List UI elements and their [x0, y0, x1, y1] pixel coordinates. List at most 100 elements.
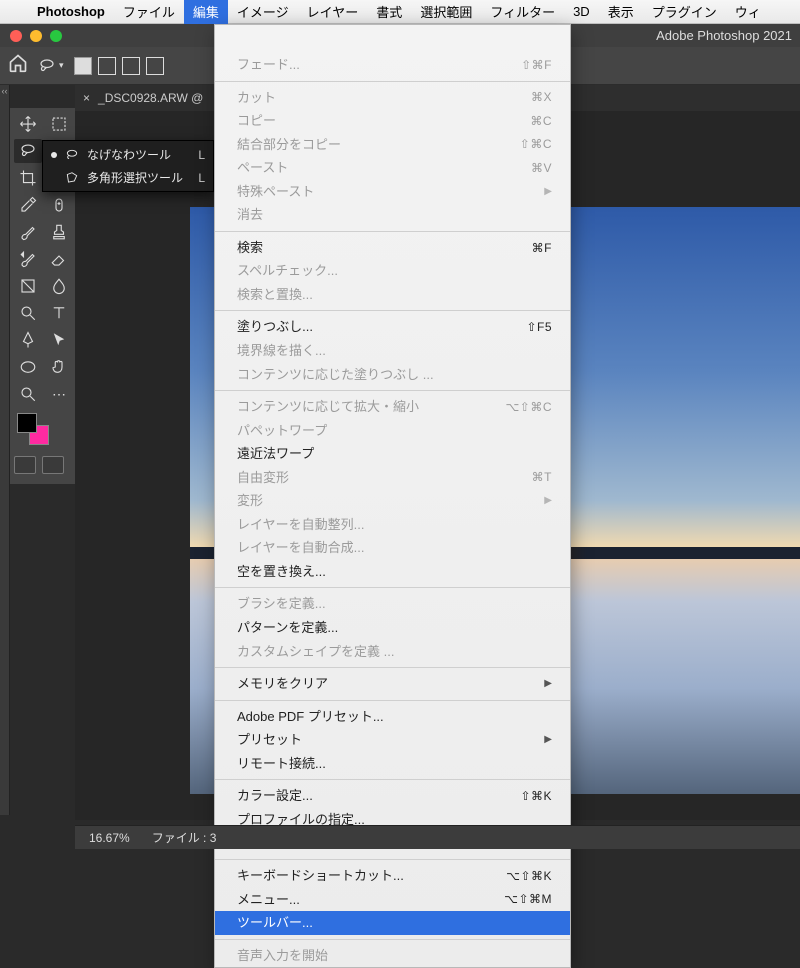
traffic-lights	[0, 30, 62, 42]
menu-item[interactable]: キーボードショートカット...⌥⇧⌘K	[215, 864, 570, 888]
menu-item[interactable]: メモリをクリア▶	[215, 672, 570, 696]
menubar-window[interactable]: ウィ	[726, 0, 770, 24]
menu-item[interactable]: メニュー...⌥⇧⌘M	[215, 888, 570, 912]
quick-mask-row	[14, 456, 73, 474]
menu-item-shortcut: ⌥⇧⌘K	[506, 868, 552, 884]
gradient-tool-icon[interactable]	[14, 274, 42, 298]
healing-tool-icon[interactable]	[45, 193, 73, 217]
status-zoom[interactable]: 16.67%	[89, 831, 130, 845]
menu-item-shortcut: ⌘X	[531, 89, 552, 105]
menu-separator	[215, 700, 570, 701]
menu-item-shortcut: ⌥⇧⌘C	[505, 399, 552, 415]
edit-toolbar-icon[interactable]: ⋯	[45, 382, 73, 406]
menu-item[interactable]: ツールバー...	[215, 911, 570, 935]
menu-item: 境界線を描く...	[215, 339, 570, 363]
menubar-type[interactable]: 書式	[367, 0, 411, 24]
menu-item: レイヤーを自動合成...	[215, 536, 570, 560]
menu-item-label: メニュー...	[237, 891, 300, 909]
type-tool-icon[interactable]	[45, 301, 73, 325]
hand-tool-icon[interactable]	[45, 355, 73, 379]
move-tool-icon[interactable]	[14, 112, 42, 136]
menu-item-label: 音声入力を開始	[237, 947, 328, 965]
menu-item-label: リモート接続...	[237, 755, 326, 773]
history-brush-tool-icon[interactable]	[14, 247, 42, 271]
blur-tool-icon[interactable]	[45, 274, 73, 298]
quick-mask-button[interactable]	[14, 456, 36, 474]
menu-item[interactable]: 塗りつぶし...⇧F5	[215, 315, 570, 339]
menu-item-shortcut: ⌘T	[532, 469, 552, 485]
menubar-select[interactable]: 選択範囲	[411, 0, 481, 24]
menu-item[interactable]: 検索⌘F	[215, 236, 570, 260]
menu-item: カット⌘X	[215, 86, 570, 110]
menu-item: コピー⌘C	[215, 109, 570, 133]
home-icon[interactable]	[8, 53, 28, 78]
menu-item: 変形▶	[215, 489, 570, 513]
lasso-tool-icon[interactable]	[14, 139, 42, 163]
status-file[interactable]: ファイル : 3	[152, 829, 217, 846]
menubar-view[interactable]: 表示	[599, 0, 643, 24]
foreground-color-swatch[interactable]	[17, 413, 37, 433]
menubar-filter[interactable]: フィルター	[481, 0, 564, 24]
pen-tool-icon[interactable]	[14, 328, 42, 352]
menubar-layer[interactable]: レイヤー	[298, 0, 368, 24]
selection-add-icon[interactable]	[98, 57, 116, 75]
menubar-plugin[interactable]: プラグイン	[643, 0, 726, 24]
flyout-spacer	[51, 175, 57, 181]
menu-item[interactable]: プリセット▶	[215, 728, 570, 752]
collapsed-panel-dock[interactable]: ‹‹	[0, 85, 10, 815]
menu-item[interactable]: 空を置き換え...	[215, 560, 570, 584]
zoom-tool-icon[interactable]	[14, 382, 42, 406]
flyout-item-polygonal[interactable]: 多角形選択ツール L	[43, 166, 213, 189]
menubar-app[interactable]: Photoshop	[28, 0, 114, 24]
color-swatches[interactable]	[14, 413, 73, 447]
menu-item-label: プリセット	[237, 731, 302, 749]
menu-item-label: フェード...	[237, 56, 300, 74]
menu-item-label: パペットワープ	[237, 422, 327, 440]
stamp-tool-icon[interactable]	[45, 220, 73, 244]
menu-item: コンテンツに応じて拡大・縮小⌥⇧⌘C	[215, 395, 570, 419]
lasso-tool-flyout: なげなわツール L 多角形選択ツール L	[42, 140, 214, 192]
menu-item[interactable]: 遠近法ワープ	[215, 442, 570, 466]
menubar-image[interactable]: イメージ	[228, 0, 298, 24]
minimize-window-button[interactable]	[30, 30, 42, 42]
menu-item-label: 遠近法ワープ	[237, 445, 314, 463]
menu-item-label: 自由変形	[237, 469, 289, 487]
dock-chevron-icon: ‹‹	[0, 86, 9, 96]
menubar-file[interactable]: ファイル	[114, 0, 184, 24]
menu-item-label: メモリをクリア	[237, 675, 328, 693]
flyout-item-shortcut: L	[198, 171, 205, 185]
menu-item[interactable]: Adobe PDF プリセット...	[215, 705, 570, 729]
menu-item[interactable]: カラー設定...⇧⌘K	[215, 784, 570, 808]
macos-menubar: Photoshop ファイル 編集 イメージ レイヤー 書式 選択範囲 フィルタ…	[0, 0, 800, 24]
menubar-edit[interactable]: 編集	[184, 0, 228, 24]
selection-subtract-icon[interactable]	[122, 57, 140, 75]
brush-tool-icon[interactable]	[14, 220, 42, 244]
menu-item[interactable]: パターンを定義...	[215, 616, 570, 640]
menubar-3d[interactable]: 3D	[564, 0, 599, 24]
menu-item-shortcut: ⇧⌘F	[521, 57, 552, 73]
menu-item-shortcut: ⌘F	[532, 240, 552, 256]
path-select-tool-icon[interactable]	[45, 328, 73, 352]
menu-separator	[215, 587, 570, 588]
crop-tool-icon[interactable]	[14, 166, 42, 190]
menu-item: パペットワープ	[215, 419, 570, 443]
document-tab-label[interactable]: _DSC0928.ARW @	[98, 91, 203, 105]
menu-item: コンテンツに応じた塗りつぶし ...	[215, 363, 570, 387]
menu-separator	[215, 859, 570, 860]
tab-close-button[interactable]: ×	[83, 91, 90, 105]
zoom-window-button[interactable]	[50, 30, 62, 42]
close-window-button[interactable]	[10, 30, 22, 42]
flyout-item-lasso[interactable]: なげなわツール L	[43, 143, 213, 166]
tool-preset-lasso-icon[interactable]: ▾	[38, 57, 64, 75]
screen-mode-button[interactable]	[42, 456, 64, 474]
marquee-tool-icon[interactable]	[45, 112, 73, 136]
eraser-tool-icon[interactable]	[45, 247, 73, 271]
selection-new-icon[interactable]	[74, 57, 92, 75]
menu-item[interactable]: リモート接続...	[215, 752, 570, 776]
shape-tool-icon[interactable]	[14, 355, 42, 379]
selection-intersect-icon[interactable]	[146, 57, 164, 75]
menu-separator	[215, 779, 570, 780]
eyedropper-tool-icon[interactable]	[14, 193, 42, 217]
submenu-arrow-icon: ▶	[544, 185, 552, 199]
dodge-tool-icon[interactable]	[14, 301, 42, 325]
